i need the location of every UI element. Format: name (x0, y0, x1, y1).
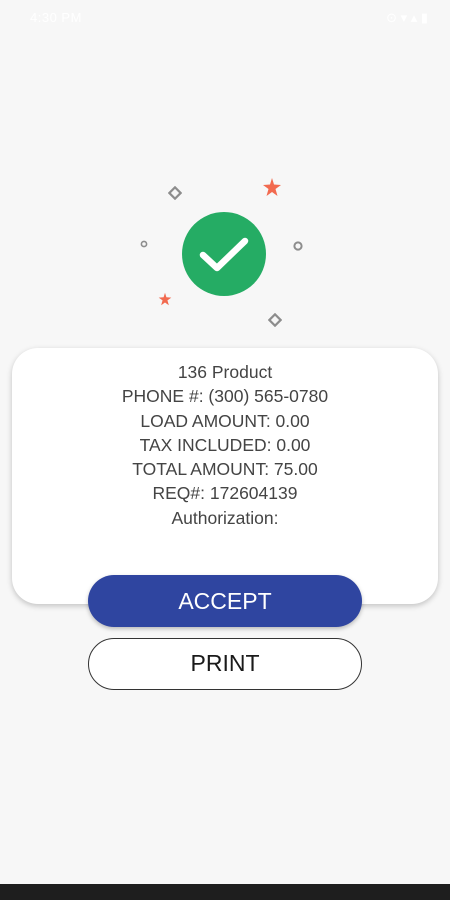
load-amount: LOAD AMOUNT: 0.00 (140, 410, 310, 431)
product-name: 136 Product (177, 362, 273, 382)
system-navigation-bar (0, 884, 450, 900)
receipt-card: 136 Product PHONE #: (300) 565-0780 LOAD… (12, 348, 438, 604)
status-icons: ⊙ ▾ ▴ ▮ (386, 10, 428, 25)
success-badge (182, 212, 266, 296)
request-number: REQ#: 172604139 (152, 483, 298, 504)
status-time: 4:30 PM (30, 10, 82, 25)
checkmark-icon (199, 237, 249, 272)
total-amount: TOTAL AMOUNT: 75.00 (132, 459, 318, 480)
authorization-label: Authorization: (171, 507, 279, 528)
success-illustration (0, 170, 450, 340)
tax-included: TAX INCLUDED: 0.00 (139, 434, 311, 455)
diamond-decoration-icon (268, 313, 282, 327)
dot-decoration-icon (293, 241, 303, 251)
diamond-decoration-icon (168, 186, 182, 200)
accept-button[interactable]: ACCEPT (88, 575, 362, 627)
status-bar: 4:30 PM ⊙ ▾ ▴ ▮ (0, 0, 450, 38)
receipt-details: 136 Product PHONE #: (300) 565-0780 LOAD… (12, 360, 438, 530)
sparkle-icon (158, 292, 172, 306)
sparkle-icon (263, 178, 281, 196)
print-button[interactable]: PRINT (88, 638, 362, 690)
dot-decoration-icon (140, 240, 148, 248)
phone-number: PHONE #: (300) 565-0780 (121, 386, 329, 407)
